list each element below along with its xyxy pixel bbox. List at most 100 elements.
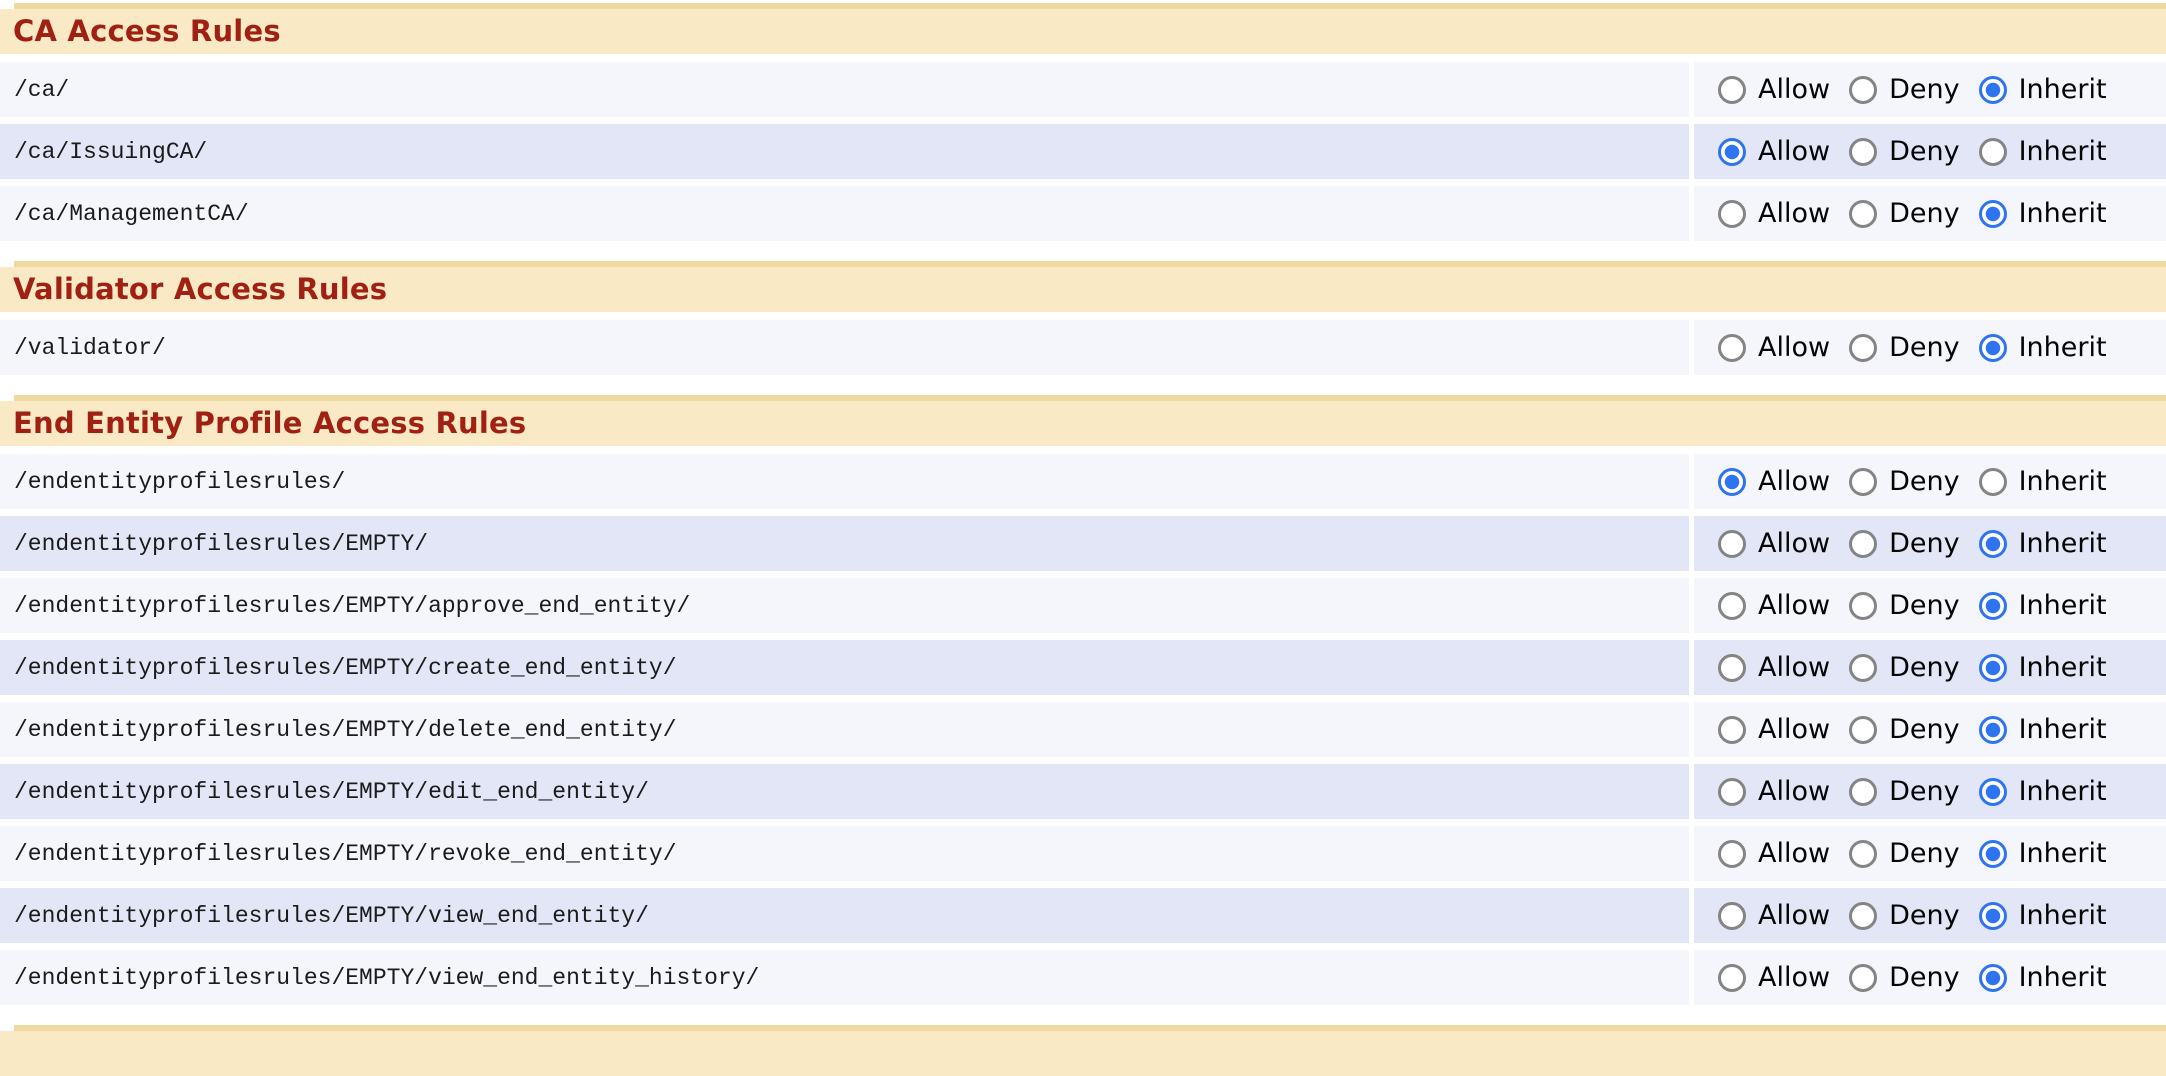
radio-option-inherit[interactable]: Inherit [1979, 466, 2107, 497]
radio-allow[interactable] [1718, 334, 1746, 362]
radio-inherit[interactable] [1979, 138, 2007, 166]
radio-option-allow[interactable]: Allow [1718, 652, 1830, 683]
radio-option-inherit[interactable]: Inherit [1979, 590, 2107, 621]
radio-allow[interactable] [1718, 530, 1746, 558]
radio-allow[interactable] [1718, 76, 1746, 104]
radio-allow[interactable] [1718, 716, 1746, 744]
radio-option-allow[interactable]: Allow [1718, 590, 1830, 621]
radio-allow[interactable] [1718, 778, 1746, 806]
radio-inherit[interactable] [1979, 716, 2007, 744]
radio-allow[interactable] [1718, 200, 1746, 228]
radio-deny[interactable] [1849, 716, 1877, 744]
radio-option-inherit[interactable]: Inherit [1979, 900, 2107, 931]
radio-allow[interactable] [1718, 964, 1746, 992]
radio-option-deny[interactable]: Deny [1849, 332, 1960, 363]
resource-path: /ca/ManagementCA/ [0, 186, 1689, 241]
radio-option-allow[interactable]: Allow [1718, 838, 1830, 869]
radio-inherit[interactable] [1979, 334, 2007, 362]
radio-option-inherit[interactable]: Inherit [1979, 528, 2107, 559]
resource-path: /endentityprofilesrules/EMPTY/view_end_e… [0, 888, 1689, 943]
radio-option-allow[interactable]: Allow [1718, 962, 1830, 993]
radio-inherit[interactable] [1979, 592, 2007, 620]
radio-option-allow[interactable]: Allow [1718, 776, 1830, 807]
section-header: CA Access Rules [0, 9, 2166, 54]
radio-inherit[interactable] [1979, 76, 2007, 104]
radio-option-deny[interactable]: Deny [1849, 466, 1960, 497]
radio-deny[interactable] [1849, 964, 1877, 992]
radio-option-deny[interactable]: Deny [1849, 714, 1960, 745]
radio-allow[interactable] [1718, 468, 1746, 496]
radio-label: Allow [1758, 838, 1830, 869]
radio-option-allow[interactable]: Allow [1718, 136, 1830, 167]
radio-option-allow[interactable]: Allow [1718, 714, 1830, 745]
radio-allow[interactable] [1718, 138, 1746, 166]
radio-option-deny[interactable]: Deny [1849, 590, 1960, 621]
radio-option-deny[interactable]: Deny [1849, 198, 1960, 229]
radio-inherit[interactable] [1979, 654, 2007, 682]
radio-option-inherit[interactable]: Inherit [1979, 962, 2107, 993]
radio-inherit[interactable] [1979, 468, 2007, 496]
radio-deny[interactable] [1849, 592, 1877, 620]
radio-inherit[interactable] [1979, 902, 2007, 930]
radio-deny[interactable] [1849, 76, 1877, 104]
radio-option-deny[interactable]: Deny [1849, 838, 1960, 869]
access-rule-row: /endentityprofilesrules/EMPTY/edit_end_e… [0, 764, 2166, 819]
access-rule-row: /endentityprofilesrules/EMPTY/approve_en… [0, 578, 2166, 633]
radio-inherit[interactable] [1979, 530, 2007, 558]
radio-option-inherit[interactable]: Inherit [1979, 198, 2107, 229]
permission-options: Allow Deny Inherit [1694, 516, 2166, 571]
radio-inherit[interactable] [1979, 840, 2007, 868]
radio-inherit[interactable] [1979, 200, 2007, 228]
resource-path: /endentityprofilesrules/EMPTY/view_end_e… [0, 950, 1689, 1005]
radio-option-inherit[interactable]: Inherit [1979, 838, 2107, 869]
radio-deny[interactable] [1849, 902, 1877, 930]
radio-deny[interactable] [1849, 334, 1877, 362]
radio-option-allow[interactable]: Allow [1718, 74, 1830, 105]
radio-label: Deny [1889, 962, 1960, 993]
radio-deny[interactable] [1849, 530, 1877, 558]
radio-option-inherit[interactable]: Inherit [1979, 776, 2107, 807]
radio-option-deny[interactable]: Deny [1849, 652, 1960, 683]
radio-option-inherit[interactable]: Inherit [1979, 74, 2107, 105]
section-header: End Entity Profile Access Rules [0, 401, 2166, 446]
radio-option-allow[interactable]: Allow [1718, 900, 1830, 931]
radio-deny[interactable] [1849, 468, 1877, 496]
radio-allow[interactable] [1718, 592, 1746, 620]
radio-option-allow[interactable]: Allow [1718, 332, 1830, 363]
radio-option-deny[interactable]: Deny [1849, 776, 1960, 807]
radio-option-allow[interactable]: Allow [1718, 466, 1830, 497]
radio-option-deny[interactable]: Deny [1849, 962, 1960, 993]
radio-label: Deny [1889, 652, 1960, 683]
radio-option-inherit[interactable]: Inherit [1979, 652, 2107, 683]
radio-deny[interactable] [1849, 138, 1877, 166]
radio-option-inherit[interactable]: Inherit [1979, 714, 2107, 745]
radio-allow[interactable] [1718, 840, 1746, 868]
radio-option-inherit[interactable]: Inherit [1979, 136, 2107, 167]
radio-allow[interactable] [1718, 902, 1746, 930]
radio-allow[interactable] [1718, 654, 1746, 682]
resource-path: /endentityprofilesrules/EMPTY/approve_en… [0, 578, 1689, 633]
radio-option-deny[interactable]: Deny [1849, 900, 1960, 931]
radio-option-deny[interactable]: Deny [1849, 74, 1960, 105]
radio-label: Allow [1758, 590, 1830, 621]
radio-label: Inherit [2019, 776, 2107, 807]
radio-label: Inherit [2019, 838, 2107, 869]
radio-inherit[interactable] [1979, 964, 2007, 992]
access-rules-page: CA Access Rules/ca/AllowDenyInherit/ca/I… [0, 3, 2166, 1005]
radio-deny[interactable] [1849, 840, 1877, 868]
radio-option-allow[interactable]: Allow [1718, 198, 1830, 229]
radio-option-inherit[interactable]: Inherit [1979, 332, 2107, 363]
radio-inherit[interactable] [1979, 778, 2007, 806]
radio-option-deny[interactable]: Deny [1849, 528, 1960, 559]
radio-label: Deny [1889, 198, 1960, 229]
radio-deny[interactable] [1849, 654, 1877, 682]
radio-deny[interactable] [1849, 200, 1877, 228]
access-rule-row: /endentityprofilesrules/AllowDenyInherit [0, 454, 2166, 509]
permission-options: Allow Deny Inherit [1694, 62, 2166, 117]
resource-path: /ca/ [0, 62, 1689, 117]
radio-option-allow[interactable]: Allow [1718, 528, 1830, 559]
radio-label: Allow [1758, 332, 1830, 363]
radio-option-deny[interactable]: Deny [1849, 136, 1960, 167]
permission-options: Allow Deny Inherit [1694, 888, 2166, 943]
radio-deny[interactable] [1849, 778, 1877, 806]
